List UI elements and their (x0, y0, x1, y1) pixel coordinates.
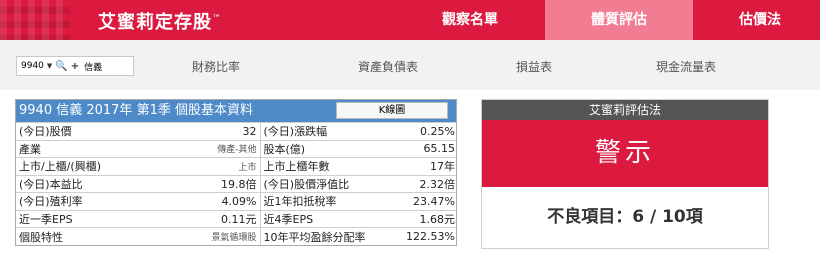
logo-pattern (0, 0, 70, 40)
row-label: 近1年扣抵稅率 (260, 192, 390, 210)
row-value: 0.11元 (142, 209, 261, 228)
row-value: 景氣循環股 (142, 227, 261, 245)
row-value: 4.09% (142, 192, 261, 210)
nav-watchlist[interactable]: 觀察名單 (415, 0, 525, 40)
stock-name: 信義 (84, 62, 103, 73)
stock-selector[interactable]: 9940 ▼ 🔍 + 信義 (16, 56, 134, 76)
evaluation-summary: 不良項目：6 / 10項 (482, 187, 768, 248)
row-label: (今日)漲跌幅 (260, 122, 390, 140)
tab-balance-sheet[interactable]: 資產負債表 (358, 58, 418, 75)
stock-info-table: 9940 信義 2017年 第1季 個股基本資料 K線圖 (今日)股價 32 (… (15, 99, 458, 246)
row-label: 個股特性 (16, 227, 142, 245)
info-title: 9940 信義 2017年 第1季 個股基本資料 (19, 103, 253, 118)
table-row: 產業 傳產-其他 股本(億) 65.15 (16, 139, 458, 158)
row-value: 23.47% (390, 192, 458, 210)
top-header: 艾蜜莉定存股™ 觀察名單 體質評估 估價法 (0, 0, 820, 40)
row-label: 近一季EPS (16, 209, 142, 228)
nav-valuation[interactable]: 估價法 (700, 0, 820, 40)
brand-name: 艾蜜莉定存股 (98, 12, 212, 33)
stock-code[interactable]: 9940 (21, 61, 44, 71)
row-value: 上市 (142, 157, 261, 175)
table-row: 近一季EPS 0.11元 近4季EPS 1.68元 (16, 209, 458, 228)
row-value: 19.8倍 (142, 174, 261, 193)
row-value: 1.68元 (390, 209, 458, 228)
row-label: 上市/上櫃/(興櫃) (16, 157, 142, 175)
kline-button[interactable]: K線圖 (336, 102, 448, 119)
row-label: 10年平均盈餘分配率 (260, 227, 390, 245)
table-row: 上市/上櫃/(興櫃) 上市 上市上櫃年數 17年 (16, 157, 458, 175)
row-value: 0.25% (390, 122, 458, 140)
row-value: 32 (142, 122, 261, 140)
info-grid: (今日)股價 32 (今日)漲跌幅 0.25% 產業 傳產-其他 股本(億) 6… (16, 122, 458, 245)
row-label: 上市上櫃年數 (260, 157, 390, 175)
row-label: 股本(億) (260, 139, 390, 158)
row-value: 65.15 (390, 139, 458, 158)
nav-health-assessment[interactable]: 體質評估 (545, 0, 693, 40)
row-label: (今日)股價 (16, 122, 142, 140)
row-label: (今日)股價淨值比 (260, 174, 390, 193)
row-value: 17年 (390, 157, 458, 175)
plus-icon[interactable]: + (71, 61, 79, 72)
table-row: (今日)殖利率 4.09% 近1年扣抵稅率 23.47% (16, 192, 458, 210)
row-value: 傳產-其他 (142, 139, 261, 158)
row-value: 2.32倍 (390, 174, 458, 193)
trademark-mark: ™ (212, 14, 222, 24)
table-row: 個股特性 景氣循環股 10年平均盈餘分配率 122.53% (16, 227, 458, 245)
chevron-down-icon[interactable]: ▼ (47, 62, 52, 70)
table-row: (今日)本益比 19.8倍 (今日)股價淨值比 2.32倍 (16, 174, 458, 193)
row-value: 122.53% (390, 227, 458, 245)
evaluation-status: 警示 (482, 120, 768, 187)
row-label: 近4季EPS (260, 209, 390, 228)
table-row: (今日)股價 32 (今日)漲跌幅 0.25% (16, 122, 458, 140)
row-label: 產業 (16, 139, 142, 158)
row-label: (今日)殖利率 (16, 192, 142, 210)
tab-income-statement[interactable]: 損益表 (516, 58, 552, 75)
tab-financial-ratio[interactable]: 財務比率 (192, 58, 240, 75)
evaluation-title: 艾蜜莉評估法 (482, 100, 768, 120)
info-header: 9940 信義 2017年 第1季 個股基本資料 K線圖 (16, 100, 456, 122)
search-icon[interactable]: 🔍 (55, 61, 67, 72)
tab-cash-flow[interactable]: 現金流量表 (656, 58, 716, 75)
brand-title[interactable]: 艾蜜莉定存股™ (98, 8, 222, 34)
row-label: (今日)本益比 (16, 174, 142, 193)
evaluation-panel: 艾蜜莉評估法 警示 不良項目：6 / 10項 (481, 99, 769, 249)
